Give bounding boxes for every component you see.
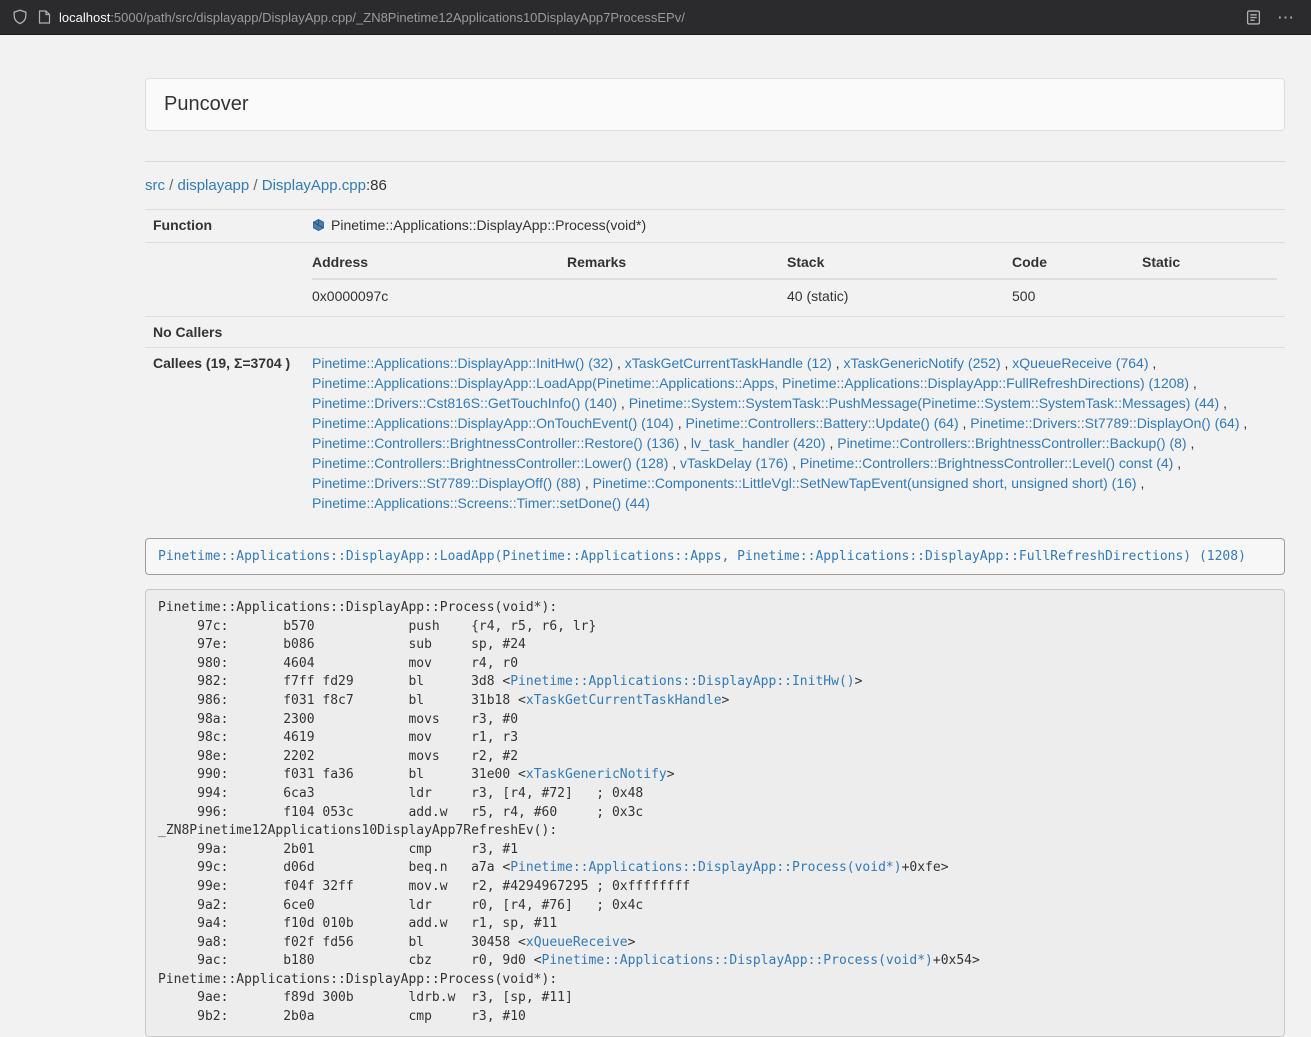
callee-link[interactable]: xQueueReceive (764) — [1012, 355, 1148, 371]
callees-list: Pinetime::Applications::DisplayApp::Init… — [304, 348, 1285, 519]
callee-separator: , — [788, 455, 800, 471]
breadcrumb: src / displayapp / DisplayApp.cpp:86 — [145, 176, 1285, 196]
breadcrumb-link[interactable]: DisplayApp.cpp — [262, 177, 366, 194]
no-callers-label: No Callers — [145, 317, 304, 348]
toolbar-actions: ⋯ — [1246, 9, 1299, 26]
callee-separator: , — [1187, 435, 1195, 451]
callee-separator: , — [1219, 395, 1227, 411]
column-header-code: Code — [1012, 248, 1142, 279]
callee-link[interactable]: xTaskGenericNotify (252) — [843, 355, 1000, 371]
callee-separator: , — [959, 415, 971, 431]
asm-symbol-link[interactable]: xTaskGenericNotify — [526, 767, 667, 782]
symbol-value-remarks — [567, 279, 787, 311]
symbol-value-row: 0x0000097c 40 (static)500 — [312, 279, 1277, 311]
callee-separator: , — [674, 415, 686, 431]
callee-link[interactable]: Pinetime::Controllers::BrightnessControl… — [837, 435, 1186, 451]
callee-separator: , — [1148, 355, 1156, 371]
callee-separator: , — [679, 435, 691, 451]
url-path: :5000/path/src/displayapp/DisplayApp.cpp… — [110, 10, 685, 25]
asm-symbol-link[interactable]: Pinetime::Applications::DisplayApp::Proc… — [510, 860, 901, 875]
asm-symbol-link[interactable]: xTaskGetCurrentTaskHandle — [526, 693, 722, 708]
callee-separator: , — [581, 475, 593, 491]
symbol-stats-cell: AddressRemarksStackCodeStatic 0x0000097c… — [304, 243, 1285, 317]
callee-link[interactable]: Pinetime::System::SystemTask::PushMessag… — [629, 395, 1220, 411]
puncover-page: Puncover src / displayapp / DisplayApp.c… — [0, 35, 1311, 1037]
highlighted-symbol-link[interactable]: Pinetime::Applications::DisplayApp::Load… — [158, 549, 1246, 564]
asm-symbol-link[interactable]: xQueueReceive — [526, 935, 628, 950]
breadcrumb-line-number: :86 — [366, 177, 387, 194]
url-host: localhost — [59, 10, 110, 25]
symbol-value-code: 500 — [1012, 279, 1142, 311]
column-header-address: Address — [312, 248, 567, 279]
symbol-value-static — [1142, 279, 1277, 311]
callee-link[interactable]: Pinetime::Applications::DisplayApp::Init… — [312, 355, 613, 371]
no-callers-row: No Callers — [145, 317, 1285, 348]
callee-link[interactable]: Pinetime::Components::LittleVgl::SetNewT… — [593, 475, 1137, 491]
app-header: Puncover — [145, 78, 1285, 131]
symbol-stats-row: AddressRemarksStackCodeStatic 0x0000097c… — [145, 243, 1285, 317]
callee-link[interactable]: Pinetime::Controllers::BrightnessControl… — [800, 455, 1173, 471]
callee-separator: , — [1137, 475, 1145, 491]
disassembly: Pinetime::Applications::DisplayApp::Proc… — [145, 589, 1285, 1037]
browser-toolbar: localhost:5000/path/src/displayapp/Displ… — [0, 0, 1311, 35]
no-callers-cell — [304, 317, 1285, 348]
menu-dots-icon[interactable]: ⋯ — [1277, 9, 1295, 26]
callee-link[interactable]: Pinetime::Drivers::St7789::DisplayOff() … — [312, 475, 581, 491]
callee-link[interactable]: xTaskGetCurrentTaskHandle (12) — [625, 355, 832, 371]
function-table: Function Pinetime::Applications::Display… — [145, 209, 1285, 518]
callee-link[interactable]: lv_task_handler (420) — [691, 435, 826, 451]
callee-separator: , — [1173, 455, 1181, 471]
function-name: Pinetime::Applications::DisplayApp::Proc… — [331, 217, 646, 233]
callee-link[interactable]: Pinetime::Controllers::Battery::Update()… — [686, 415, 959, 431]
callee-link[interactable]: Pinetime::Drivers::St7789::DisplayOn() (… — [970, 415, 1239, 431]
symbol-stats-table: AddressRemarksStackCodeStatic 0x0000097c… — [312, 248, 1277, 311]
page-icon — [38, 10, 51, 24]
callee-separator: , — [826, 435, 838, 451]
url-text: localhost:5000/path/src/displayapp/Displ… — [59, 10, 685, 25]
breadcrumb-link[interactable]: src — [145, 177, 165, 194]
callee-separator: , — [1189, 375, 1197, 391]
highlighted-symbol-box: Pinetime::Applications::DisplayApp::Load… — [145, 538, 1285, 575]
callee-separator: , — [613, 355, 625, 371]
callee-separator: , — [1001, 355, 1013, 371]
callee-separator: , — [617, 395, 629, 411]
breadcrumb-link[interactable]: displayapp — [178, 177, 250, 194]
symbol-value-stack: 40 (static) — [787, 279, 1012, 311]
url-bar[interactable]: localhost:5000/path/src/displayapp/Displ… — [38, 10, 1236, 25]
callee-link[interactable]: Pinetime::Applications::Screens::Timer::… — [312, 495, 650, 511]
divider — [145, 161, 1285, 162]
column-header-static: Static — [1142, 248, 1277, 279]
column-header-stack: Stack — [787, 248, 1012, 279]
symbol-value-address: 0x0000097c — [312, 279, 567, 311]
callee-separator: , — [1240, 415, 1248, 431]
asm-symbol-link[interactable]: Pinetime::Applications::DisplayApp::Proc… — [542, 953, 933, 968]
column-header-remarks: Remarks — [567, 248, 787, 279]
callee-link[interactable]: Pinetime::Applications::DisplayApp::Load… — [312, 375, 1189, 391]
callee-link[interactable]: Pinetime::Controllers::BrightnessControl… — [312, 455, 668, 471]
function-label: Function — [145, 210, 304, 243]
function-row: Function Pinetime::Applications::Display… — [145, 210, 1285, 243]
symbol-stats-label-cell — [145, 243, 304, 317]
content-container: Puncover src / displayapp / DisplayApp.c… — [145, 35, 1285, 1037]
breadcrumb-separator: / — [249, 177, 262, 194]
callees-row: Callees (19, Σ=3704 ) Pinetime::Applicat… — [145, 348, 1285, 519]
reader-view-icon[interactable] — [1246, 10, 1261, 25]
callee-link[interactable]: Pinetime::Applications::DisplayApp::OnTo… — [312, 415, 674, 431]
callee-link[interactable]: Pinetime::Controllers::BrightnessControl… — [312, 435, 679, 451]
symbol-header-row: AddressRemarksStackCodeStatic — [312, 248, 1277, 279]
callees-label: Callees (19, Σ=3704 ) — [145, 348, 304, 519]
callee-separator: , — [832, 355, 844, 371]
callee-separator: , — [668, 455, 680, 471]
breadcrumb-separator: / — [165, 177, 178, 194]
function-name-cell: Pinetime::Applications::DisplayApp::Proc… — [304, 210, 1285, 243]
callee-link[interactable]: vTaskDelay (176) — [680, 455, 788, 471]
page-title: Puncover — [164, 93, 249, 115]
callee-link[interactable]: Pinetime::Drivers::Cst816S::GetTouchInfo… — [312, 395, 617, 411]
function-icon — [312, 217, 325, 237]
asm-symbol-link[interactable]: Pinetime::Applications::DisplayApp::Init… — [510, 674, 854, 689]
shield-icon[interactable] — [12, 9, 28, 25]
